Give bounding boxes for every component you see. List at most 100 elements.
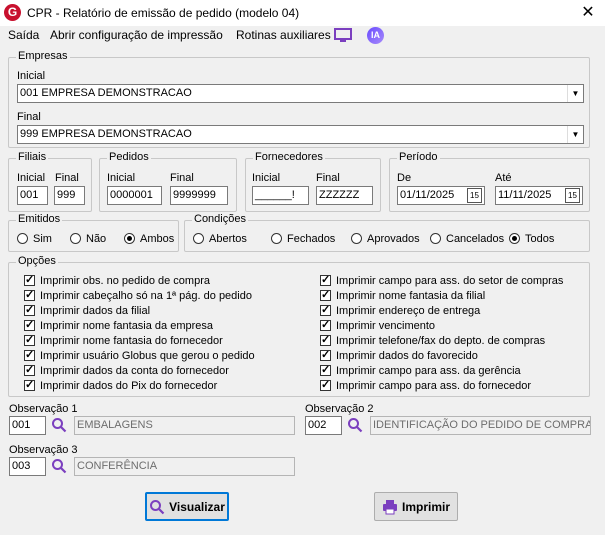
periodo-ate-date[interactable]: 11/11/2025 15 xyxy=(495,186,583,205)
opcao-checkbox-left-4[interactable]: Imprimir nome fantasia da empresa xyxy=(24,318,214,332)
observacao-2-code-input[interactable]: 002 xyxy=(305,416,342,435)
empresa-inicial-select[interactable]: 001 EMPRESA DEMONSTRACAO ▼ xyxy=(17,84,584,103)
fornecedor-inicial-label: Inicial xyxy=(252,172,281,184)
emitidos-radio-sim[interactable]: Sim xyxy=(17,233,52,245)
checkbox-checked-icon[interactable] xyxy=(320,348,331,361)
chevron-down-icon[interactable]: ▼ xyxy=(567,126,583,143)
periodo-de-date[interactable]: 01/11/2025 15 xyxy=(397,186,485,205)
opcao-checkbox-left-7[interactable]: Imprimir dados da conta do fornecedor xyxy=(24,363,229,377)
opcao-checkbox-right-5[interactable]: Imprimir telefone/fax do depto. de compr… xyxy=(320,333,546,347)
checkbox-checked-icon[interactable] xyxy=(24,273,35,286)
observacao-1-desc: EMBALAGENS xyxy=(74,416,295,435)
pedido-inicial-input[interactable]: 0000001 xyxy=(107,186,162,205)
checkbox-checked-icon[interactable] xyxy=(24,303,35,316)
periodo-ate-label: Até xyxy=(495,172,512,184)
observacao-3-code-input[interactable]: 003 xyxy=(9,457,46,476)
checkbox-checked-icon[interactable] xyxy=(320,378,331,391)
checkbox-checked-icon[interactable] xyxy=(320,318,331,331)
printer-icon xyxy=(382,499,397,514)
opcao-label: Imprimir endereço de entrega xyxy=(336,305,481,317)
condicoes-radio-cancelados[interactable]: Cancelados xyxy=(430,233,504,245)
opcao-label: Imprimir dados do favorecido xyxy=(336,350,478,362)
opcao-checkbox-right-1[interactable]: Imprimir campo para ass. do setor de com… xyxy=(320,273,564,287)
checkbox-checked-icon[interactable] xyxy=(320,303,331,316)
opcao-label: Imprimir nome fantasia da empresa xyxy=(40,320,214,332)
filial-inicial-label: Inicial xyxy=(17,172,46,184)
periodo-de-label: De xyxy=(397,172,412,184)
fornecedor-final-input[interactable]: ZZZZZZ xyxy=(316,186,373,205)
condicoes-radio-aprovados[interactable]: Aprovados xyxy=(351,233,420,245)
opcao-checkbox-left-1[interactable]: Imprimir obs. no pedido de compra xyxy=(24,273,210,287)
opcao-label: Imprimir obs. no pedido de compra xyxy=(40,275,210,287)
empresas-legend: Empresas xyxy=(16,50,70,62)
opcao-checkbox-right-7[interactable]: Imprimir campo para ass. da gerência xyxy=(320,363,521,377)
observacao-1-code-input[interactable]: 001 xyxy=(9,416,46,435)
filial-inicial-input[interactable]: 001 xyxy=(17,186,48,205)
magnifier-icon xyxy=(150,499,165,514)
close-button[interactable]: ✕ xyxy=(574,2,602,24)
calendar-icon[interactable]: 15 xyxy=(565,188,580,203)
periodo-legend: Período xyxy=(397,151,440,163)
pedido-final-label: Final xyxy=(170,172,194,184)
fornecedores-legend: Fornecedores xyxy=(253,151,325,163)
filial-final-input[interactable]: 999 xyxy=(54,186,85,205)
fornecedor-inicial-input[interactable]: ______! xyxy=(252,186,309,205)
ia-assistant-icon[interactable]: IA xyxy=(367,27,384,44)
chevron-down-icon[interactable]: ▼ xyxy=(567,85,583,102)
emitidos-radio-nao[interactable]: Não xyxy=(70,233,106,245)
opcao-checkbox-left-5[interactable]: Imprimir nome fantasia do fornecedor xyxy=(24,333,223,347)
search-icon[interactable] xyxy=(51,417,67,433)
opcao-checkbox-right-2[interactable]: Imprimir nome fantasia da filial xyxy=(320,288,485,302)
opcao-checkbox-right-8[interactable]: Imprimir campo para ass. do fornecedor xyxy=(320,378,532,392)
app-logo-icon: G xyxy=(4,4,21,21)
opcao-label: Imprimir campo para ass. da gerência xyxy=(336,365,521,377)
menu-rotinas-auxiliares[interactable]: Rotinas auxiliares xyxy=(236,28,331,42)
imprimir-label: Imprimir xyxy=(401,499,450,514)
opcao-label: Imprimir telefone/fax do depto. de compr… xyxy=(336,335,546,347)
checkbox-checked-icon[interactable] xyxy=(24,348,35,361)
opcao-checkbox-right-6[interactable]: Imprimir dados do favorecido xyxy=(320,348,478,362)
pedido-final-input[interactable]: 9999999 xyxy=(170,186,228,205)
search-icon[interactable] xyxy=(51,458,67,474)
fornecedor-final-label: Final xyxy=(316,172,340,184)
condicoes-legend: Condições xyxy=(192,213,248,225)
filial-final-label: Final xyxy=(55,172,79,184)
calendar-icon[interactable]: 15 xyxy=(467,188,482,203)
opcao-label: Imprimir campo para ass. do setor de com… xyxy=(336,275,564,287)
monitor-icon[interactable] xyxy=(334,28,352,42)
checkbox-checked-icon[interactable] xyxy=(24,288,35,301)
opcao-label: Imprimir usuário Globus que gerou o pedi… xyxy=(40,350,255,362)
condicoes-radio-todos[interactable]: Todos xyxy=(509,233,554,245)
opcao-checkbox-left-3[interactable]: Imprimir dados da filial xyxy=(24,303,151,317)
emitidos-radio-ambos[interactable]: Ambos xyxy=(124,233,174,245)
pedidos-legend: Pedidos xyxy=(107,151,151,163)
condicoes-radio-fechados[interactable]: Fechados xyxy=(271,233,335,245)
emitidos-legend: Emitidos xyxy=(16,213,63,225)
opcao-label: Imprimir campo para ass. do fornecedor xyxy=(336,380,532,392)
checkbox-checked-icon[interactable] xyxy=(320,363,331,376)
opcao-checkbox-left-2[interactable]: Imprimir cabeçalho só na 1ª pág. do pedi… xyxy=(24,288,252,302)
filiais-legend: Filiais xyxy=(16,151,49,163)
menu-saida[interactable]: Saída xyxy=(8,28,39,42)
imprimir-button[interactable]: Imprimir xyxy=(374,492,458,521)
empresa-final-select[interactable]: 999 EMPRESA DEMONSTRACAO ▼ xyxy=(17,125,584,144)
checkbox-checked-icon[interactable] xyxy=(320,273,331,286)
checkbox-checked-icon[interactable] xyxy=(24,378,35,391)
checkbox-checked-icon[interactable] xyxy=(320,333,331,346)
opcao-checkbox-right-4[interactable]: Imprimir vencimento xyxy=(320,318,435,332)
opcao-label: Imprimir dados da filial xyxy=(40,305,151,317)
opcao-checkbox-left-6[interactable]: Imprimir usuário Globus que gerou o pedi… xyxy=(24,348,255,362)
menu-abrir-configuracao[interactable]: Abrir configuração de impressão xyxy=(50,28,223,42)
search-icon[interactable] xyxy=(347,417,363,433)
visualizar-label: Visualizar xyxy=(169,499,225,514)
checkbox-checked-icon[interactable] xyxy=(24,333,35,346)
condicoes-radio-abertos[interactable]: Abertos xyxy=(193,233,247,245)
opcao-checkbox-right-3[interactable]: Imprimir endereço de entrega xyxy=(320,303,481,317)
checkbox-checked-icon[interactable] xyxy=(24,363,35,376)
checkbox-checked-icon[interactable] xyxy=(24,318,35,331)
observacao-3-label: Observação 3 xyxy=(9,444,78,456)
opcao-checkbox-left-8[interactable]: Imprimir dados do Pix do fornecedor xyxy=(24,378,217,392)
observacao-3-desc: CONFERÊNCIA xyxy=(74,457,295,476)
checkbox-checked-icon[interactable] xyxy=(320,288,331,301)
visualizar-button[interactable]: Visualizar xyxy=(145,492,229,521)
